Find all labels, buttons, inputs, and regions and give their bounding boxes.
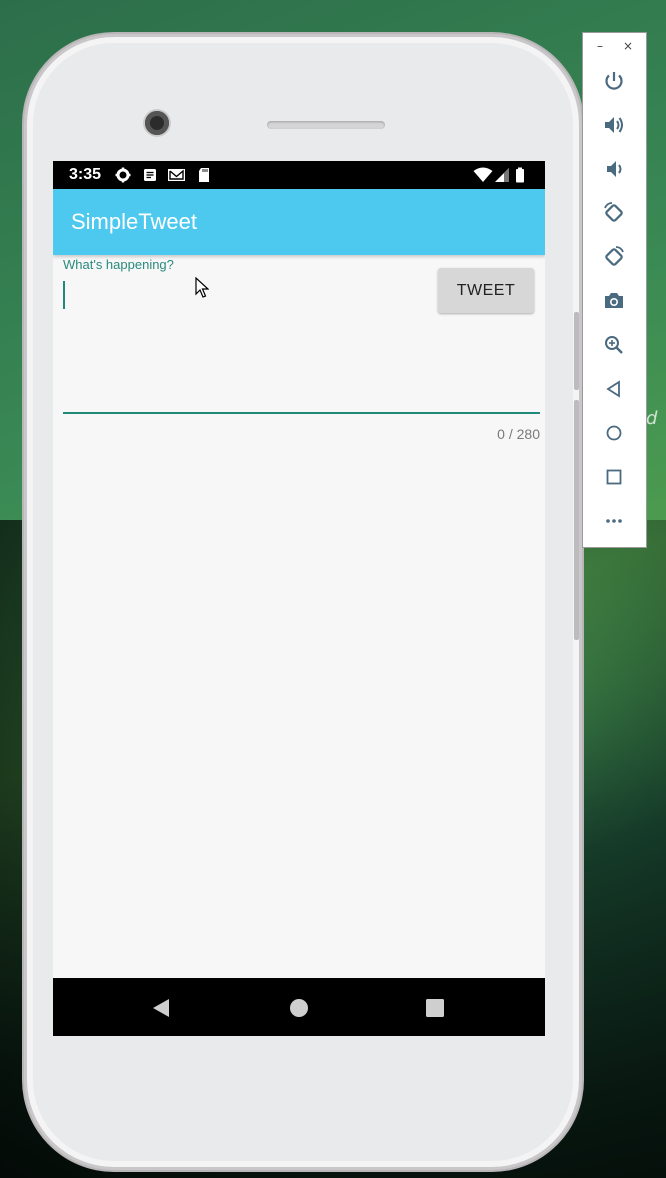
mouse-pointer-icon [195, 277, 209, 298]
navigation-bar [53, 978, 545, 1036]
nav-overview-icon[interactable] [425, 998, 445, 1018]
rotate-right-icon[interactable] [602, 245, 626, 269]
volume-side-button [574, 312, 579, 390]
gmail-icon [168, 169, 185, 181]
overview-icon[interactable] [602, 465, 626, 489]
zoom-icon[interactable] [602, 333, 626, 357]
more-icon[interactable] [602, 509, 626, 533]
tweet-button-label: TWEET [456, 281, 516, 299]
compose-hint-label: What's happening? [63, 257, 174, 272]
power-icon[interactable] [602, 69, 626, 93]
volume-down-icon[interactable] [602, 157, 626, 181]
minimize-button[interactable]: – [597, 39, 603, 53]
background-artifact: d [646, 408, 658, 429]
app-bar: SimpleTweet [53, 189, 545, 255]
front-camera [145, 111, 169, 135]
power-side-button [574, 400, 579, 640]
signal-icon [495, 168, 509, 182]
device-screen: 3:35 SimpleTweet What's happening? 0 / 2… [53, 161, 545, 1036]
home-icon[interactable] [602, 421, 626, 445]
close-button[interactable]: × [623, 39, 633, 53]
volume-up-icon[interactable] [602, 113, 626, 137]
character-counter: 0 / 280 [497, 426, 540, 442]
text-cursor [63, 281, 65, 309]
settings-icon [115, 167, 131, 183]
back-icon[interactable] [602, 377, 626, 401]
nav-back-icon[interactable] [151, 998, 171, 1018]
status-bar: 3:35 [53, 161, 545, 189]
wifi-icon [473, 167, 493, 182]
sd-card-icon [199, 168, 209, 182]
earpiece-speaker [267, 121, 385, 129]
tweet-button[interactable]: TWEET [438, 268, 534, 313]
emulator-toolbar: – × [582, 32, 647, 548]
notes-icon [144, 169, 156, 181]
app-title: SimpleTweet [71, 209, 197, 234]
battery-icon [516, 167, 524, 183]
camera-icon[interactable] [602, 289, 626, 313]
rotate-left-icon[interactable] [602, 201, 626, 225]
status-time: 3:35 [69, 166, 102, 183]
nav-home-icon[interactable] [289, 998, 309, 1018]
compose-input-underline [63, 412, 540, 414]
